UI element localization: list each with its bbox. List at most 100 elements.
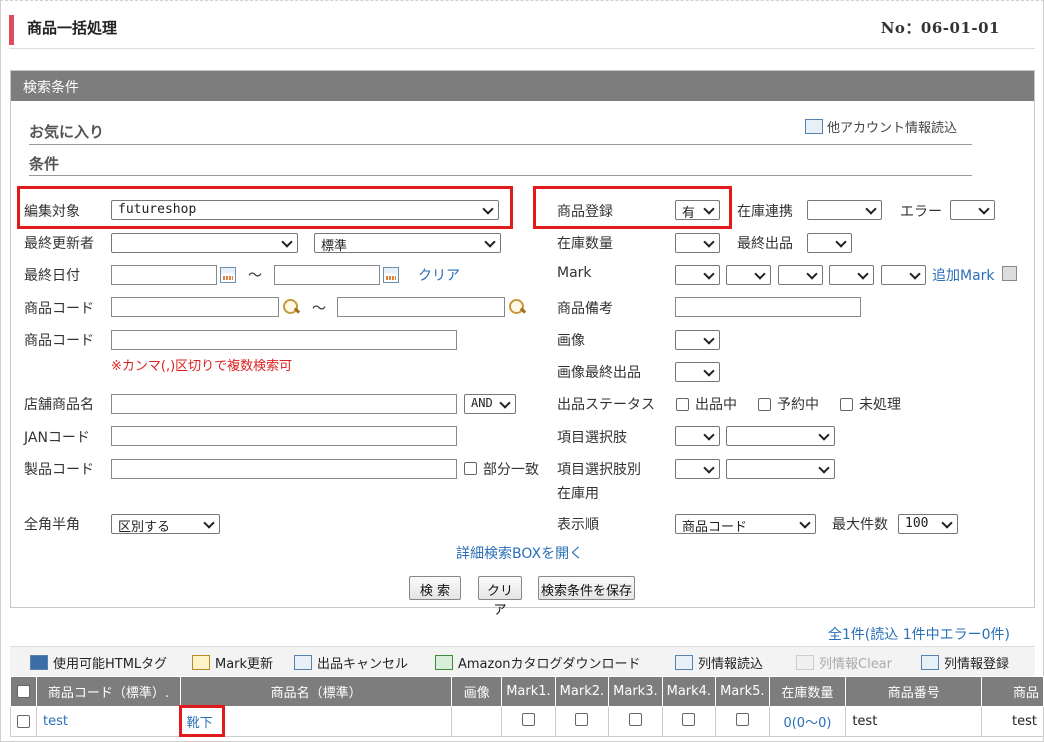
and-or-select[interactable]: AND xyxy=(464,394,516,414)
row-product-name-cell: 靴下 xyxy=(178,705,453,737)
col-header[interactable]: 商品コード（標準）. xyxy=(36,676,181,707)
add-mark-dropdown-icon[interactable] xyxy=(1002,266,1017,281)
title-accent-bar xyxy=(9,15,14,45)
status-unprocessed-checkbox[interactable] xyxy=(840,398,853,411)
maker-code-label: 製品コード xyxy=(24,462,94,478)
row-mark2-checkbox[interactable] xyxy=(575,713,589,726)
image-last-select[interactable] xyxy=(675,362,720,382)
row-mark4-checkbox[interactable] xyxy=(682,713,696,726)
col-header[interactable]: 商品番号 xyxy=(845,676,983,707)
image-select[interactable] xyxy=(675,330,720,350)
col-header[interactable]: 画像 xyxy=(451,676,503,707)
cancel-listing-button[interactable]: 出品キャンセル xyxy=(294,653,408,672)
stock-qty-label: 在庫数量 xyxy=(557,236,613,252)
registered-select[interactable]: 有 xyxy=(675,200,720,221)
column-register-button[interactable]: 列情報登録 xyxy=(921,653,1009,672)
html-tags-label: 使用可能HTMLタグ xyxy=(53,657,168,672)
maker-code-input[interactable] xyxy=(111,459,457,479)
row-stock[interactable]: 0(0～0) xyxy=(768,706,847,737)
last-listing-select[interactable] xyxy=(807,233,852,253)
html-tags-button[interactable]: 使用可能HTMLタグ xyxy=(30,653,167,672)
col-header[interactable]: Mark3. xyxy=(608,676,663,707)
column-register-icon xyxy=(921,655,939,670)
error-label: エラー xyxy=(900,204,942,220)
stock-link-select[interactable] xyxy=(807,200,882,220)
stock-qty-select[interactable] xyxy=(675,233,720,253)
calendar-icon[interactable] xyxy=(220,267,236,283)
edit-target-select[interactable]: futureshop xyxy=(111,200,499,220)
partial-match-checkbox[interactable] xyxy=(464,462,477,475)
error-select[interactable] xyxy=(950,200,995,220)
calendar-icon[interactable] xyxy=(383,267,399,283)
col-header[interactable]: Mark1. xyxy=(501,676,556,707)
col-header[interactable]: Mark2. xyxy=(554,676,610,707)
item-choice-select[interactable] xyxy=(675,426,720,446)
row-product-code[interactable]: test xyxy=(36,706,181,737)
mark1-select[interactable] xyxy=(675,265,720,285)
mark2-select[interactable] xyxy=(726,265,771,285)
jan-label: JANコード xyxy=(24,430,90,446)
page-header: 商品一括処理 No：06-01-01 xyxy=(9,11,1035,49)
status-listing-checkbox[interactable] xyxy=(676,398,689,411)
add-mark-link[interactable]: 追加Mark xyxy=(932,265,995,285)
col-header[interactable]: Mark4. xyxy=(661,676,717,707)
edit-target-label: 編集対象 xyxy=(24,204,80,220)
store-product-label: 店舗商品名 xyxy=(24,397,94,413)
mark-update-button[interactable]: Mark更新 xyxy=(192,653,273,672)
save-conditions-button[interactable]: 検索条件を保存 xyxy=(538,576,635,600)
search-button[interactable]: 検 索 xyxy=(409,576,461,600)
amazon-download-label: Amazonカタログダウンロード xyxy=(458,657,641,672)
max-count-select[interactable]: 100 xyxy=(898,514,958,534)
status-reserved-label: 予約中 xyxy=(777,397,819,413)
item-choice-stock-select[interactable] xyxy=(675,459,720,479)
detail-search-box-link[interactable]: 詳細検索BOXを開く xyxy=(456,543,583,563)
zenkaku-select[interactable]: 区別する xyxy=(111,514,220,535)
amazon-download-button[interactable]: Amazonカタログダウンロード xyxy=(435,653,641,672)
row-mark3-checkbox[interactable] xyxy=(628,713,642,726)
sort-select[interactable]: 商品コード xyxy=(675,514,816,535)
column-clear-button[interactable]: 列情報Clear xyxy=(796,653,892,672)
status-reserved-checkbox[interactable] xyxy=(758,398,771,411)
mark5-select[interactable] xyxy=(881,265,926,285)
remarks-input[interactable] xyxy=(675,297,861,317)
product-code-label: 商品コード xyxy=(24,301,94,317)
column-read-icon xyxy=(675,655,693,670)
image-last-label: 画像最終出品 xyxy=(557,365,641,381)
item-choice-stock-value-select[interactable] xyxy=(726,459,835,479)
standard-select[interactable]: 標準 xyxy=(314,233,501,254)
store-product-input[interactable] xyxy=(111,394,457,414)
row-product-name[interactable]: 靴下 xyxy=(187,716,213,731)
last-updater-select[interactable] xyxy=(111,233,298,253)
mark4-select[interactable] xyxy=(829,265,874,285)
row-product-number: test xyxy=(845,706,983,737)
product-code-from-input[interactable] xyxy=(111,297,279,317)
mark3-select[interactable] xyxy=(778,265,823,285)
table-row: test 靴下 0(0～0) test test xyxy=(10,705,1044,737)
search-icon[interactable] xyxy=(282,298,300,316)
clear-button[interactable]: クリア xyxy=(478,576,522,618)
product-code-multi-label: 商品コード xyxy=(24,333,94,349)
last-date-from-input[interactable] xyxy=(111,265,217,285)
item-choice-value-select[interactable] xyxy=(726,426,835,446)
row-mark1-checkbox[interactable] xyxy=(521,713,535,726)
col-header[interactable]: 商品名（標準） xyxy=(179,676,453,707)
product-code-multi-input[interactable] xyxy=(111,330,457,350)
row-mark5-checkbox[interactable] xyxy=(735,713,749,726)
search-icon[interactable] xyxy=(508,298,526,316)
col-header[interactable]: 商品 xyxy=(981,676,1044,707)
column-read-button[interactable]: 列情報読込 xyxy=(675,653,763,672)
divider xyxy=(29,175,972,176)
other-account-link[interactable]: 他アカウント情報読込 xyxy=(805,117,957,136)
clear-date-link[interactable]: クリア xyxy=(418,265,460,285)
product-code-to-input[interactable] xyxy=(337,297,505,317)
registered-label: 商品登録 xyxy=(557,204,613,220)
select-all-header[interactable] xyxy=(10,676,37,707)
column-register-label: 列情報登録 xyxy=(944,657,1010,672)
row-checkbox[interactable] xyxy=(17,715,30,728)
col-header[interactable]: 在庫数量 xyxy=(768,676,847,707)
select-all-checkbox[interactable] xyxy=(17,685,30,698)
column-clear-icon xyxy=(796,655,814,670)
jan-input[interactable] xyxy=(111,426,457,446)
col-header[interactable]: Mark5. xyxy=(715,676,770,707)
last-date-to-input[interactable] xyxy=(274,265,380,285)
